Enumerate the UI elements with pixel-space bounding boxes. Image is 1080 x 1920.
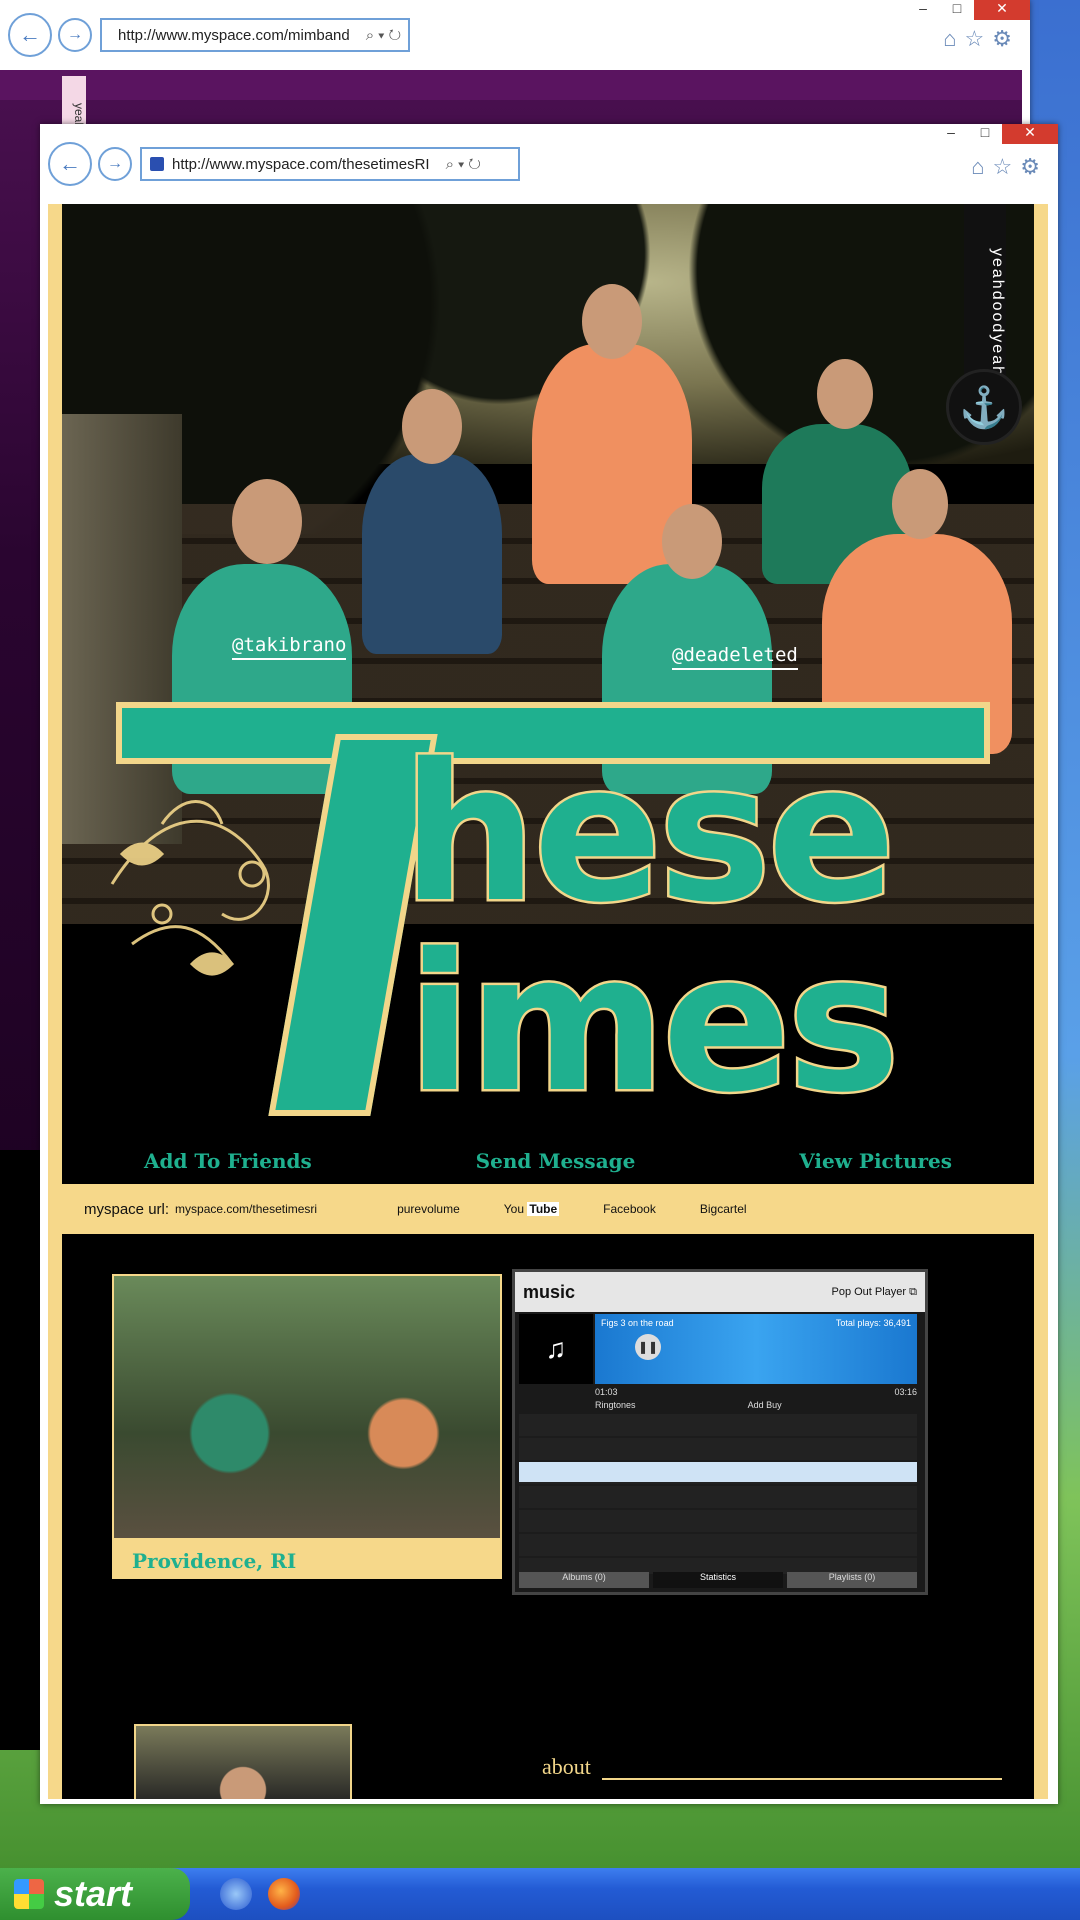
pop-out-player-link[interactable]: Pop Out Player ⧉ [831,1286,917,1299]
time-current: 01:03 [595,1387,618,1397]
hero-banner: @takibrano @deadeleted yeahdoodyeah ⚓ he… [62,204,1034,1184]
browser-toolbar: ← → http://www.myspace.com/mimband ⌕▾↻ [0,0,1030,70]
logo-line-1: hese [399,723,898,944]
tab-playlists[interactable]: Playlists (0) [787,1572,917,1588]
band-member-head [817,359,873,429]
add-label[interactable]: Add [748,1400,764,1410]
ringtones-label: Ringtones [595,1400,636,1410]
close-button[interactable]: ✕ [1002,124,1058,144]
search-refresh-icon[interactable]: ⌕▾↻ [366,27,405,44]
close-button[interactable]: ✕ [974,0,1030,20]
youtube-link-part-a: You [503,1202,525,1216]
youtube-link-part-b: Tube [527,1202,560,1216]
track-times: 01:03 03:16 [595,1387,917,1397]
myspace-page: @takibrano @deadeleted yeahdoodyeah ⚓ he… [48,204,1048,1799]
start-button[interactable]: start [0,1868,190,1920]
twitter-handle[interactable]: @takibrano [232,634,347,660]
minimize-button[interactable]: – [934,124,968,144]
member-thumbnail[interactable] [134,1724,352,1799]
band-member-head [232,479,302,564]
firefox-icon[interactable] [268,1878,300,1910]
logo-line-2: imes [404,913,902,1134]
pop-out-label: Pop Out Player [831,1285,907,1298]
maximize-button[interactable]: □ [968,124,1002,144]
myspace-url-link[interactable]: myspace.com/thesetimesri [175,1202,317,1216]
facebook-link[interactable]: Facebook [603,1202,656,1216]
window-controls: – □ ✕ [906,0,1030,20]
pause-icon[interactable]: ❚❚ [635,1334,661,1360]
myspace-favicon-icon [150,157,164,171]
minimize-button[interactable]: – [906,0,940,20]
window-controls: – □ ✕ [934,124,1058,144]
back-arrow-icon[interactable]: ← [48,142,92,186]
back-arrow-icon[interactable]: ← [8,13,52,57]
about-divider [602,1778,1002,1780]
tab-statistics[interactable]: Statistics [653,1572,783,1588]
player-tabs: Albums (0) Statistics Playlists (0) [519,1572,917,1588]
location-caption: Providence, RI [132,1549,297,1573]
bigcartel-link[interactable]: Bigcartel [700,1202,747,1216]
maximize-button[interactable]: □ [940,0,974,20]
quick-launch-icon[interactable] [220,1878,252,1910]
selected-track-row[interactable] [519,1462,917,1482]
address-text: http://www.myspace.com/mimband [118,26,350,44]
send-message-link[interactable]: Send Message [476,1149,636,1173]
time-total: 03:16 [894,1387,917,1397]
band-member [362,454,502,654]
track-title: Figs [601,1318,619,1328]
band-member-head [892,469,948,539]
band-member-head [662,504,722,579]
tab-albums[interactable]: Albums (0) [519,1572,649,1588]
twitter-handle[interactable]: @deadeleted [672,644,798,670]
home-star-gear-icon[interactable]: ⌂☆⚙ [943,26,1020,52]
band-member-head [582,284,642,359]
profile-actions: Add To Friends Send Message View Picture… [62,1149,1034,1173]
player-brand: music [523,1281,576,1302]
add-to-friends-link[interactable]: Add To Friends [144,1149,312,1173]
band-photo [114,1276,500,1538]
home-star-gear-icon[interactable]: ⌂☆⚙ [971,154,1048,180]
browser-toolbar: ← → http://www.myspace.com/thesetimesRI … [40,124,1058,204]
forward-arrow-icon[interactable]: → [98,147,132,181]
band-photo-card[interactable]: Providence, RI [112,1274,502,1579]
player-header: music Pop Out Player ⧉ [515,1272,925,1312]
purevolume-link[interactable]: purevolume [397,1202,460,1216]
address-bar[interactable]: http://www.myspace.com/thesetimesRI ⌕▾↻ [140,147,520,181]
anchor-icon: ⚓ [946,369,1022,445]
address-text: http://www.myspace.com/thesetimesRI [172,155,430,173]
music-player[interactable]: music Pop Out Player ⧉ ♫ Figs 3 on the r… [512,1269,928,1595]
back-page-strip [0,70,1022,100]
windows-logo-icon [14,1879,44,1909]
profile-lower-section: Providence, RI music Pop Out Player ⧉ ♫ … [62,1234,1034,1799]
buy-label[interactable]: Buy [766,1400,782,1410]
search-refresh-icon[interactable]: ⌕▾↻ [446,156,485,173]
ringtones-link[interactable]: Ringtones Add Buy [595,1400,782,1410]
total-plays-label: Total plays: [835,1318,881,1328]
track-list[interactable] [519,1414,917,1574]
address-bar[interactable]: http://www.myspace.com/mimband ⌕▾↻ [100,18,410,52]
track-artist: 3 on the road [620,1318,674,1328]
taskbar: start [0,1868,1080,1920]
start-label: start [54,1873,133,1914]
browser-window-front[interactable]: ← → http://www.myspace.com/thesetimesRI … [40,124,1058,1804]
back-page-block [0,1150,40,1750]
about-heading: about [542,1754,591,1779]
album-art-icon: ♫ [519,1314,593,1384]
waveform[interactable]: Figs 3 on the road Total plays: 36,491 ❚… [595,1314,917,1384]
forward-arrow-icon[interactable]: → [58,18,92,52]
band-member-head [402,389,462,464]
view-pictures-link[interactable]: View Pictures [799,1149,952,1173]
links-bar: myspace url: myspace.com/thesetimesri pu… [62,1184,1034,1234]
myspace-url-label: myspace url: [84,1200,170,1218]
youtube-link[interactable]: You Tube [503,1202,560,1216]
total-plays-value: 36,491 [883,1318,911,1328]
